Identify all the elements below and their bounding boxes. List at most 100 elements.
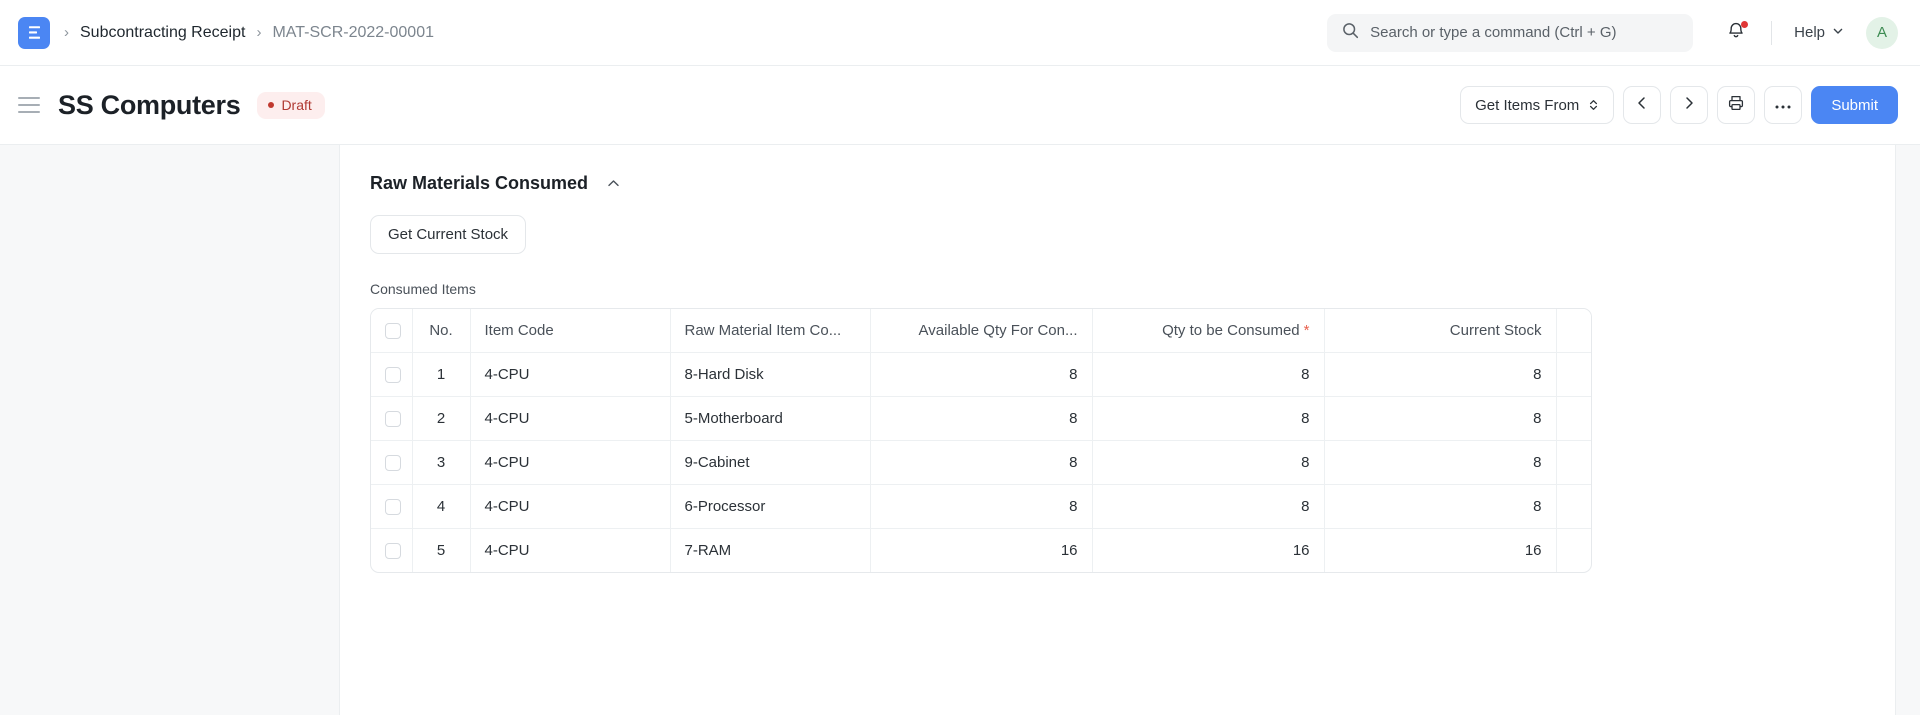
- row-select-cell: [371, 485, 412, 529]
- row-select-cell: [371, 397, 412, 441]
- table-row[interactable]: 54-CPU7-RAM161616Edit: [371, 529, 1592, 573]
- cell-qty-consumed[interactable]: 8: [1092, 441, 1324, 485]
- cell-available-qty[interactable]: 8: [870, 353, 1092, 397]
- edit-row-button[interactable]: Edit: [1571, 441, 1593, 484]
- edit-row-button[interactable]: Edit: [1571, 397, 1593, 440]
- cell-item-code[interactable]: 4-CPU: [470, 397, 670, 441]
- more-options-button[interactable]: [1764, 86, 1802, 124]
- row-select-cell: [371, 441, 412, 485]
- breadcrumb-parent-link[interactable]: Subcontracting Receipt: [80, 24, 245, 42]
- column-header-no[interactable]: No.: [412, 309, 470, 353]
- cell-available-qty[interactable]: 8: [870, 397, 1092, 441]
- row-checkbox[interactable]: [385, 455, 401, 471]
- chevron-up-icon[interactable]: [605, 175, 622, 192]
- column-header-qty-consumed[interactable]: Qty to be Consumed*: [1092, 309, 1324, 353]
- cell-current-stock[interactable]: 16: [1324, 529, 1556, 573]
- column-header-raw-material[interactable]: Raw Material Item Co...: [670, 309, 870, 353]
- cell-edit: Edit: [1556, 397, 1592, 441]
- cell-no: 5: [412, 529, 470, 573]
- app-logo[interactable]: [18, 17, 50, 49]
- cell-available-qty[interactable]: 8: [870, 485, 1092, 529]
- row-checkbox[interactable]: [385, 411, 401, 427]
- search-input[interactable]: [1370, 24, 1678, 41]
- next-document-button[interactable]: [1670, 86, 1708, 124]
- cell-item-code[interactable]: 4-CPU: [470, 529, 670, 573]
- notifications-button[interactable]: [1723, 20, 1749, 46]
- print-icon: [1727, 94, 1745, 116]
- help-menu[interactable]: Help: [1794, 24, 1844, 41]
- get-current-stock-button[interactable]: Get Current Stock: [370, 215, 526, 254]
- section-title: Raw Materials Consumed: [370, 173, 588, 194]
- column-header-qty-consumed-label: Qty to be Consumed: [1162, 322, 1300, 339]
- cell-current-stock[interactable]: 8: [1324, 485, 1556, 529]
- cell-current-stock[interactable]: 8: [1324, 397, 1556, 441]
- notification-unread-dot: [1741, 21, 1748, 28]
- edit-row-button[interactable]: Edit: [1571, 529, 1593, 572]
- edit-row-button[interactable]: Edit: [1571, 485, 1593, 528]
- cell-raw-material[interactable]: 7-RAM: [670, 529, 870, 573]
- edit-row-button[interactable]: Edit: [1571, 353, 1593, 396]
- column-header-settings: [1556, 309, 1592, 353]
- main-content: Raw Materials Consumed Get Current Stock…: [340, 145, 1895, 715]
- cell-item-code[interactable]: 4-CPU: [470, 441, 670, 485]
- column-header-available-qty[interactable]: Available Qty For Con...: [870, 309, 1092, 353]
- cell-no: 4: [412, 485, 470, 529]
- cell-qty-consumed[interactable]: 8: [1092, 397, 1324, 441]
- cell-current-stock[interactable]: 8: [1324, 441, 1556, 485]
- row-checkbox[interactable]: [385, 543, 401, 559]
- get-items-from-button[interactable]: Get Items From: [1460, 86, 1614, 124]
- table-body: 14-CPU8-Hard Disk888Edit24-CPU5-Motherbo…: [371, 353, 1592, 573]
- page-actions: Get Items From: [1460, 86, 1898, 124]
- page-title: SS Computers: [58, 90, 240, 121]
- search-icon: [1342, 22, 1359, 44]
- gear-icon[interactable]: [1571, 309, 1593, 352]
- table-row[interactable]: 34-CPU9-Cabinet888Edit: [371, 441, 1592, 485]
- cell-item-code[interactable]: 4-CPU: [470, 485, 670, 529]
- column-header-current-stock[interactable]: Current Stock: [1324, 309, 1556, 353]
- row-checkbox[interactable]: [385, 367, 401, 383]
- avatar-initial: A: [1877, 24, 1887, 41]
- print-button[interactable]: [1717, 86, 1755, 124]
- hamburger-bar: [18, 97, 40, 99]
- cell-qty-consumed[interactable]: 8: [1092, 485, 1324, 529]
- status-badge: Draft: [257, 92, 324, 119]
- submit-button[interactable]: Submit: [1811, 86, 1898, 124]
- row-select-cell: [371, 529, 412, 573]
- cell-no: 3: [412, 441, 470, 485]
- navbar-divider: [1771, 21, 1772, 45]
- select-all-checkbox[interactable]: [385, 323, 401, 339]
- right-gutter: [1895, 145, 1920, 715]
- hamburger-icon[interactable]: [18, 97, 40, 113]
- global-search[interactable]: [1327, 14, 1693, 52]
- cell-qty-consumed[interactable]: 8: [1092, 353, 1324, 397]
- table-row[interactable]: 44-CPU6-Processor888Edit: [371, 485, 1592, 529]
- cell-edit: Edit: [1556, 353, 1592, 397]
- status-dot-icon: [268, 102, 274, 108]
- cell-no: 1: [412, 353, 470, 397]
- consumed-items-grid: No. Item Code Raw Material Item Co... Av…: [370, 308, 1592, 573]
- cell-raw-material[interactable]: 6-Processor: [670, 485, 870, 529]
- cell-available-qty[interactable]: 8: [870, 441, 1092, 485]
- avatar[interactable]: A: [1866, 17, 1898, 49]
- chevron-updown-icon: [1588, 98, 1599, 112]
- cell-current-stock[interactable]: 8: [1324, 353, 1556, 397]
- consumed-items-label: Consumed Items: [370, 281, 1895, 297]
- previous-document-button[interactable]: [1623, 86, 1661, 124]
- cell-item-code[interactable]: 4-CPU: [470, 353, 670, 397]
- table-row[interactable]: 14-CPU8-Hard Disk888Edit: [371, 353, 1592, 397]
- cell-raw-material[interactable]: 5-Motherboard: [670, 397, 870, 441]
- chevron-down-icon: [1832, 24, 1844, 41]
- row-checkbox[interactable]: [385, 499, 401, 515]
- column-header-item-code[interactable]: Item Code: [470, 309, 670, 353]
- status-label: Draft: [281, 97, 311, 113]
- cell-edit: Edit: [1556, 441, 1592, 485]
- get-items-from-label: Get Items From: [1475, 97, 1579, 114]
- cell-raw-material[interactable]: 8-Hard Disk: [670, 353, 870, 397]
- table-row[interactable]: 24-CPU5-Motherboard888Edit: [371, 397, 1592, 441]
- cell-edit: Edit: [1556, 485, 1592, 529]
- breadcrumb-separator-2: ›: [256, 25, 261, 40]
- cell-raw-material[interactable]: 9-Cabinet: [670, 441, 870, 485]
- cell-available-qty[interactable]: 16: [870, 529, 1092, 573]
- cell-qty-consumed[interactable]: 16: [1092, 529, 1324, 573]
- row-select-cell: [371, 353, 412, 397]
